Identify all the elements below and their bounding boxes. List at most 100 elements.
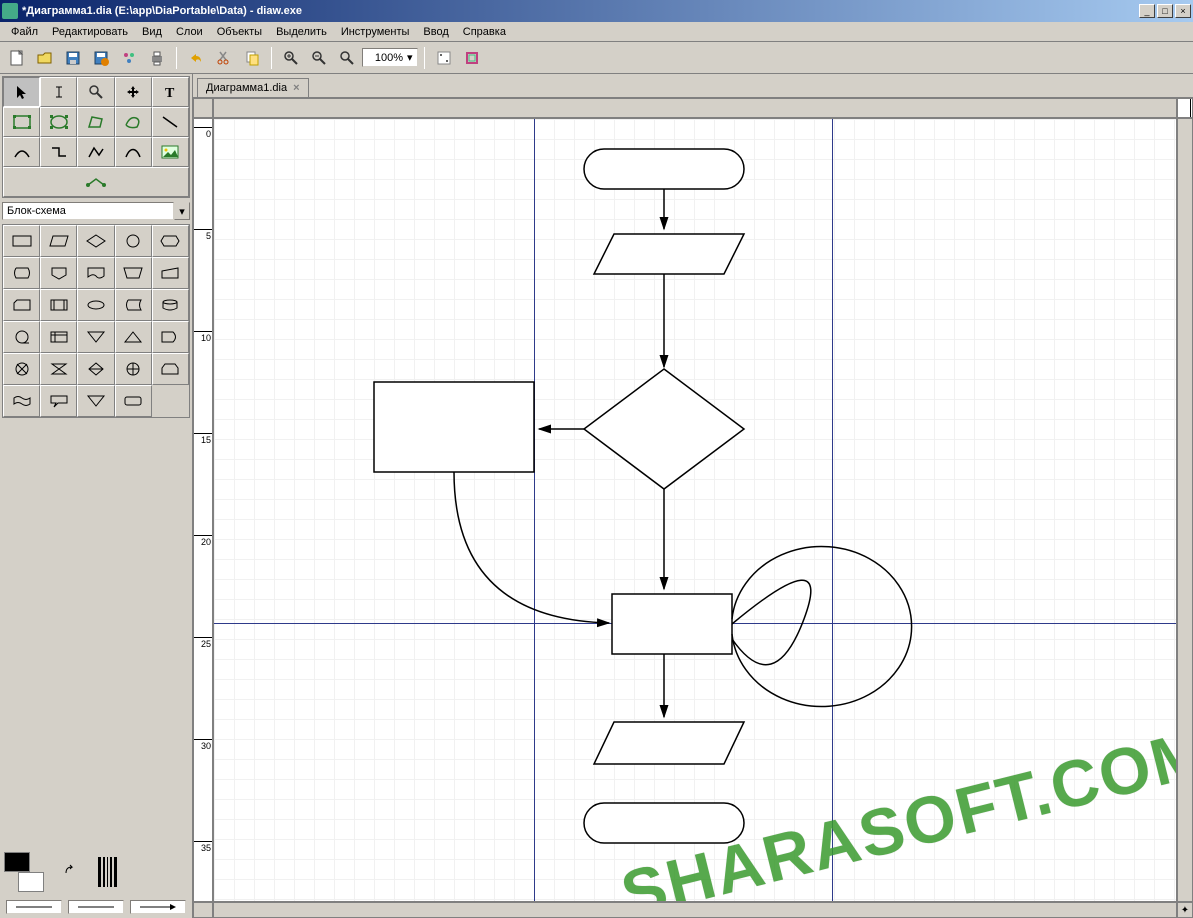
snap-grid-button[interactable] bbox=[431, 45, 457, 71]
save-button[interactable] bbox=[60, 45, 86, 71]
copy-button[interactable] bbox=[239, 45, 265, 71]
zoom-combo[interactable]: ▾ bbox=[362, 48, 418, 67]
scrollbar-vertical[interactable] bbox=[1177, 118, 1193, 902]
menu-edit[interactable]: Редактировать bbox=[45, 24, 135, 40]
shape-loop-limit[interactable] bbox=[152, 353, 189, 385]
shape-callout[interactable] bbox=[40, 385, 77, 417]
scrollbar-horizontal[interactable] bbox=[213, 902, 1177, 918]
new-button[interactable] bbox=[4, 45, 30, 71]
ruler-vertical[interactable]: 05101520253035 bbox=[193, 118, 213, 902]
menu-file[interactable]: Файл bbox=[4, 24, 45, 40]
shape-delay[interactable] bbox=[152, 321, 189, 353]
menu-input[interactable]: Ввод bbox=[416, 24, 455, 40]
zoom-fit-button[interactable] bbox=[334, 45, 360, 71]
sheet-selector[interactable]: ▾ bbox=[2, 202, 190, 220]
shape-merge2[interactable] bbox=[77, 385, 114, 417]
shape-predefined[interactable] bbox=[40, 289, 77, 321]
node-terminator-start[interactable] bbox=[584, 149, 744, 189]
tool-zigzag[interactable] bbox=[40, 137, 77, 167]
shape-punched-tape[interactable] bbox=[3, 385, 40, 417]
node-process-lower[interactable] bbox=[612, 594, 732, 654]
sheet-name-input[interactable] bbox=[2, 202, 174, 220]
tool-line[interactable] bbox=[152, 107, 189, 137]
line-weights[interactable] bbox=[98, 857, 117, 887]
tool-polygon[interactable] bbox=[77, 107, 114, 137]
line-style[interactable] bbox=[68, 900, 124, 914]
minimize-button[interactable]: _ bbox=[1139, 4, 1155, 18]
shape-database[interactable] bbox=[152, 289, 189, 321]
menu-layers[interactable]: Слои bbox=[169, 24, 210, 40]
tool-arc[interactable] bbox=[3, 137, 40, 167]
scrollbar-vertical-stub[interactable] bbox=[193, 98, 213, 118]
shape-sort[interactable] bbox=[77, 353, 114, 385]
zoom-in-button[interactable] bbox=[278, 45, 304, 71]
menu-help[interactable]: Справка bbox=[456, 24, 513, 40]
shape-merge[interactable] bbox=[77, 321, 114, 353]
color-swatch[interactable] bbox=[4, 852, 44, 892]
tool-image[interactable] bbox=[152, 137, 189, 167]
loop-arc[interactable] bbox=[732, 580, 811, 665]
shape-extract[interactable] bbox=[115, 321, 152, 353]
tool-text-edit[interactable] bbox=[40, 77, 77, 107]
tool-beziergon[interactable] bbox=[115, 107, 152, 137]
node-io-1[interactable] bbox=[594, 234, 744, 274]
node-process-left[interactable] bbox=[374, 382, 534, 472]
shape-stored-data[interactable] bbox=[115, 289, 152, 321]
print-button[interactable] bbox=[144, 45, 170, 71]
tool-bezier[interactable] bbox=[115, 137, 152, 167]
menu-tools[interactable]: Инструменты bbox=[334, 24, 417, 40]
tool-outline[interactable] bbox=[3, 167, 189, 197]
shape-alt-process[interactable] bbox=[115, 385, 152, 417]
zoom-out-button[interactable] bbox=[306, 45, 332, 71]
shape-preparation[interactable] bbox=[152, 225, 189, 257]
tool-zoom[interactable] bbox=[77, 77, 114, 107]
chevron-down-icon[interactable]: ▾ bbox=[407, 51, 413, 64]
shape-collate[interactable] bbox=[40, 353, 77, 385]
shape-card[interactable] bbox=[3, 289, 40, 321]
shape-decision[interactable] bbox=[77, 225, 114, 257]
menu-view[interactable]: Вид bbox=[135, 24, 169, 40]
shape-or[interactable] bbox=[115, 353, 152, 385]
tool-text[interactable]: T bbox=[152, 77, 189, 107]
shape-tape[interactable] bbox=[3, 321, 40, 353]
close-button[interactable]: × bbox=[1175, 4, 1191, 18]
tool-polyline[interactable] bbox=[77, 137, 114, 167]
ruler-corner[interactable] bbox=[213, 98, 1177, 118]
shape-manual-input[interactable] bbox=[152, 257, 189, 289]
ruler-horizontal[interactable]: 051015202530354045 bbox=[1177, 98, 1193, 118]
export-button[interactable] bbox=[116, 45, 142, 71]
arrow-end-style[interactable] bbox=[130, 900, 186, 914]
shape-process[interactable] bbox=[3, 225, 40, 257]
swap-colors-icon[interactable] bbox=[64, 865, 78, 879]
menu-select[interactable]: Выделить bbox=[269, 24, 334, 40]
arrow-start-style[interactable] bbox=[6, 900, 62, 914]
tool-scroll[interactable] bbox=[115, 77, 152, 107]
shape-offpage[interactable] bbox=[40, 257, 77, 289]
shape-connector[interactable] bbox=[115, 225, 152, 257]
nav-button[interactable]: ✦ bbox=[1177, 902, 1193, 918]
bg-color[interactable] bbox=[18, 872, 44, 892]
open-button[interactable] bbox=[32, 45, 58, 71]
shape-display[interactable] bbox=[3, 257, 40, 289]
save-as-button[interactable] bbox=[88, 45, 114, 71]
shape-manual-op[interactable] bbox=[115, 257, 152, 289]
tab-close-icon[interactable]: × bbox=[293, 82, 299, 94]
cut-button[interactable] bbox=[211, 45, 237, 71]
node-decision[interactable] bbox=[584, 369, 744, 489]
tab-diagram1[interactable]: Диаграмма1.dia × bbox=[197, 78, 309, 97]
shape-data[interactable] bbox=[40, 225, 77, 257]
node-io-2[interactable] bbox=[594, 722, 744, 764]
node-terminator-end[interactable] bbox=[584, 803, 744, 843]
chevron-down-icon[interactable]: ▾ bbox=[174, 202, 190, 220]
maximize-button[interactable]: □ bbox=[1157, 4, 1173, 18]
shape-internal[interactable] bbox=[40, 321, 77, 353]
shape-terminal[interactable] bbox=[77, 289, 114, 321]
undo-button[interactable] bbox=[183, 45, 209, 71]
menu-objects[interactable]: Объекты bbox=[210, 24, 269, 40]
tool-box[interactable] bbox=[3, 107, 40, 137]
fg-color[interactable] bbox=[4, 852, 30, 872]
tool-pointer[interactable] bbox=[3, 77, 40, 107]
shape-sum[interactable] bbox=[3, 353, 40, 385]
zoom-input[interactable] bbox=[367, 52, 403, 64]
snap-object-button[interactable] bbox=[459, 45, 485, 71]
